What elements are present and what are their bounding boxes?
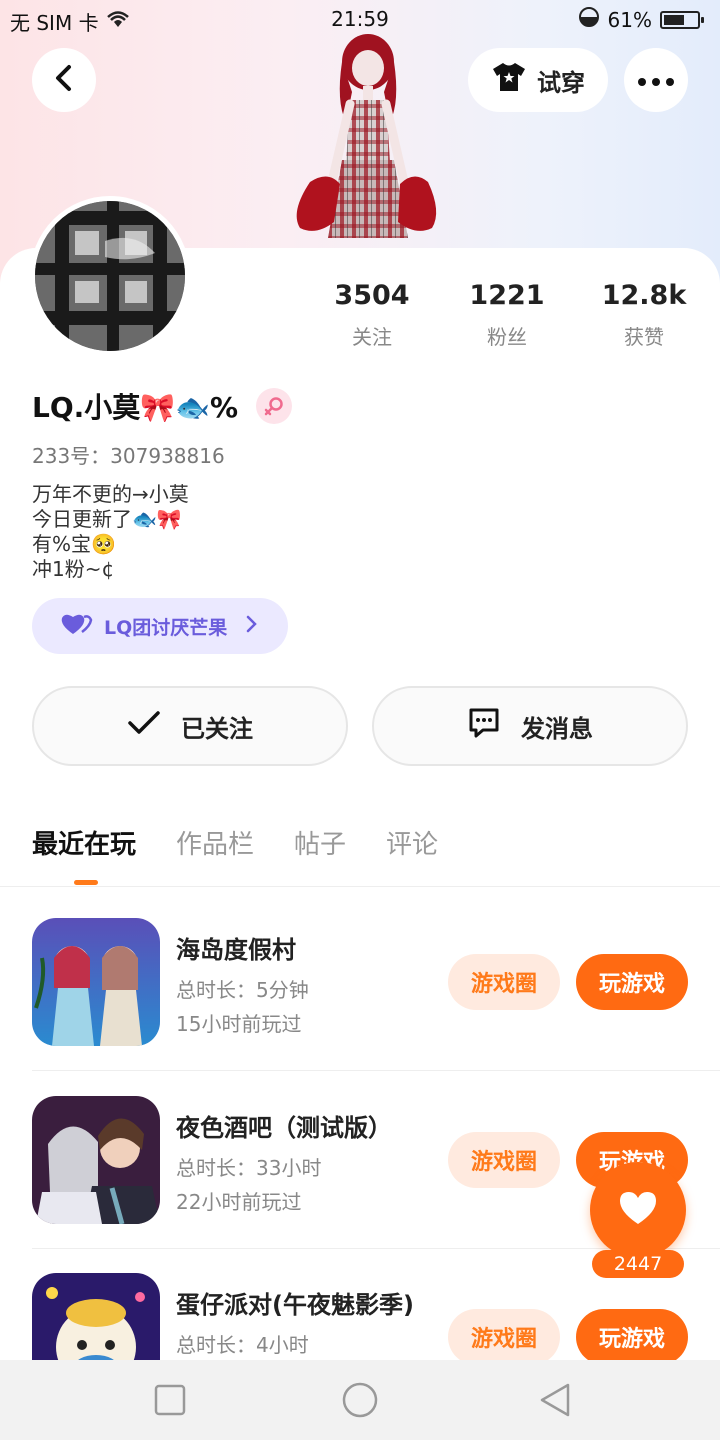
battery-percent: 61% — [607, 7, 652, 32]
username-row: LQ.小莫🎀🐟% — [32, 386, 293, 426]
dnd-icon — [578, 6, 600, 33]
female-gender-icon — [256, 388, 293, 424]
followed-button[interactable]: 已关注 — [32, 686, 348, 766]
double-heart-icon — [60, 612, 94, 641]
game-name: 夜色酒吧（测试版） — [176, 1114, 392, 1142]
back-arrow-icon — [52, 64, 76, 96]
game-icon-night-bar[interactable] — [32, 1096, 160, 1224]
chat-bubble-icon — [467, 706, 501, 746]
send-message-label: 发消息 — [521, 714, 593, 743]
tab-recently-played[interactable]: 最近在玩 — [32, 824, 136, 861]
send-message-button[interactable]: 发消息 — [372, 686, 688, 766]
game-icon-island-resort[interactable] — [32, 918, 160, 1046]
followed-label: 已关注 — [181, 714, 253, 743]
bio-line: 有%宝🥺 — [32, 532, 116, 556]
game-last-played: 22小时前玩过 — [176, 1190, 302, 1214]
stat-followers[interactable]: 1221 粉丝 — [437, 280, 577, 350]
game-circle-button[interactable]: 游戏圈 — [448, 1132, 560, 1188]
tab-works[interactable]: 作品栏 — [176, 824, 254, 861]
game-row[interactable]: 海岛度假村 总时长：5分钟 15小时前玩过 游戏圈 玩游戏 — [32, 918, 688, 1048]
bio-line: 冲1粉~¢ — [32, 557, 115, 581]
username: LQ.小莫🎀🐟% — [32, 391, 239, 424]
home-icon[interactable] — [342, 1382, 378, 1422]
game-icon-eggy-party[interactable] — [32, 1273, 160, 1360]
active-tab-indicator — [74, 880, 98, 885]
avatar-3d-figure[interactable] — [280, 32, 450, 250]
back-triangle-icon[interactable] — [538, 1382, 572, 1422]
try-on-label: 试穿 — [537, 68, 585, 97]
game-circle-button[interactable]: 游戏圈 — [448, 954, 560, 1010]
tab-posts[interactable]: 帖子 — [294, 824, 346, 861]
stat-likes-value: 12.8k — [601, 280, 687, 311]
stat-following[interactable]: 3504 关注 — [302, 280, 442, 350]
tshirt-icon — [491, 62, 527, 98]
check-icon — [127, 710, 161, 742]
game-duration: 总时长：5分钟 — [176, 978, 309, 1002]
bio-line: 今日更新了🐟🎀 — [32, 507, 182, 531]
status-right: 61% — [578, 6, 704, 33]
game-duration: 总时长：4小时 — [176, 1333, 309, 1357]
stat-likes[interactable]: 12.8k 获赞 — [574, 280, 714, 350]
play-game-button[interactable]: 玩游戏 — [576, 954, 688, 1010]
game-duration: 总时长：33小时 — [176, 1156, 322, 1180]
battery-icon — [660, 10, 704, 29]
battery-fill — [664, 14, 684, 25]
game-circle-button[interactable]: 游戏圈 — [448, 1309, 560, 1360]
like-button[interactable] — [590, 1162, 686, 1258]
stat-followers-label: 粉丝 — [487, 325, 527, 349]
fan-group-chip[interactable]: LQ团讨厌芒果 — [32, 598, 288, 654]
heart-icon — [618, 1190, 658, 1230]
tab-comments[interactable]: 评论 — [386, 824, 438, 861]
system-nav-bar — [0, 1360, 720, 1440]
game-name: 蛋仔派对(午夜魅影季) — [176, 1291, 414, 1319]
avatar[interactable] — [30, 196, 190, 356]
back-button[interactable] — [32, 48, 96, 112]
stat-following-value: 3504 — [334, 280, 410, 311]
more-options-button[interactable] — [624, 48, 688, 112]
stat-following-label: 关注 — [352, 325, 392, 349]
try-on-button[interactable]: 试穿 — [468, 48, 608, 112]
game-name: 海岛度假村 — [176, 936, 296, 964]
content-tabs: 最近在玩 作品栏 帖子 评论 — [32, 824, 438, 861]
more-dots-icon — [638, 71, 674, 90]
play-game-button[interactable]: 玩游戏 — [576, 1309, 688, 1360]
row-divider — [32, 1070, 720, 1071]
game-row[interactable]: 蛋仔派对(午夜魅影季) 总时长：4小时 游戏圈 玩游戏 — [32, 1273, 688, 1360]
fan-group-label: LQ团讨厌芒果 — [104, 616, 228, 639]
like-count: 2447 — [592, 1250, 684, 1278]
bio-line: 万年不更的→小莫 — [32, 482, 189, 506]
stat-followers-value: 1221 — [469, 280, 545, 311]
stat-likes-label: 获赞 — [624, 325, 664, 349]
user-id: 233号：307938816 — [32, 444, 225, 468]
game-last-played: 15小时前玩过 — [176, 1012, 302, 1036]
bio: 万年不更的→小莫 今日更新了🐟🎀 有%宝🥺 冲1粉~¢ — [32, 482, 189, 582]
tabs-divider — [0, 886, 720, 887]
chevron-right-icon — [245, 615, 258, 638]
recent-apps-icon[interactable] — [154, 1384, 186, 1420]
